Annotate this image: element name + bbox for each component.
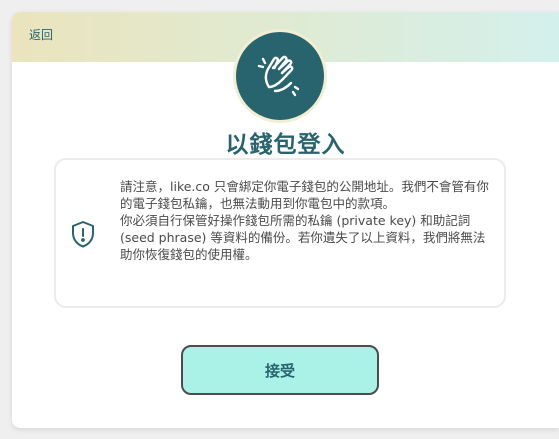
back-link[interactable]: 返回: [29, 26, 53, 43]
notice-text: 請注意，like.co 只會綁定你電子錢包的公開地址。我們不會管有你的電子錢包私…: [120, 178, 496, 263]
shield-icon: [72, 221, 94, 248]
notice-box: 請注意，like.co 只會綁定你電子錢包的公開地址。我們不會管有你的電子錢包私…: [54, 158, 506, 308]
notice-paragraph-2: 你必須自行保管好操作錢包所需的私鑰 (private key) 和助記詞 (se…: [120, 213, 486, 262]
page-title: 以錢包登入: [225, 132, 346, 158]
accept-button[interactable]: 接受: [181, 345, 379, 395]
clapping-hands-icon: [233, 29, 327, 123]
notice-paragraph-1: 請注意，like.co 只會綁定你電子錢包的公開地址。我們不會管有你的電子錢包私…: [120, 179, 489, 211]
login-dialog: 返回 以錢包登入 請注意，like.co 只會綁定你電子錢包的公開地址。我們不會…: [12, 12, 559, 428]
